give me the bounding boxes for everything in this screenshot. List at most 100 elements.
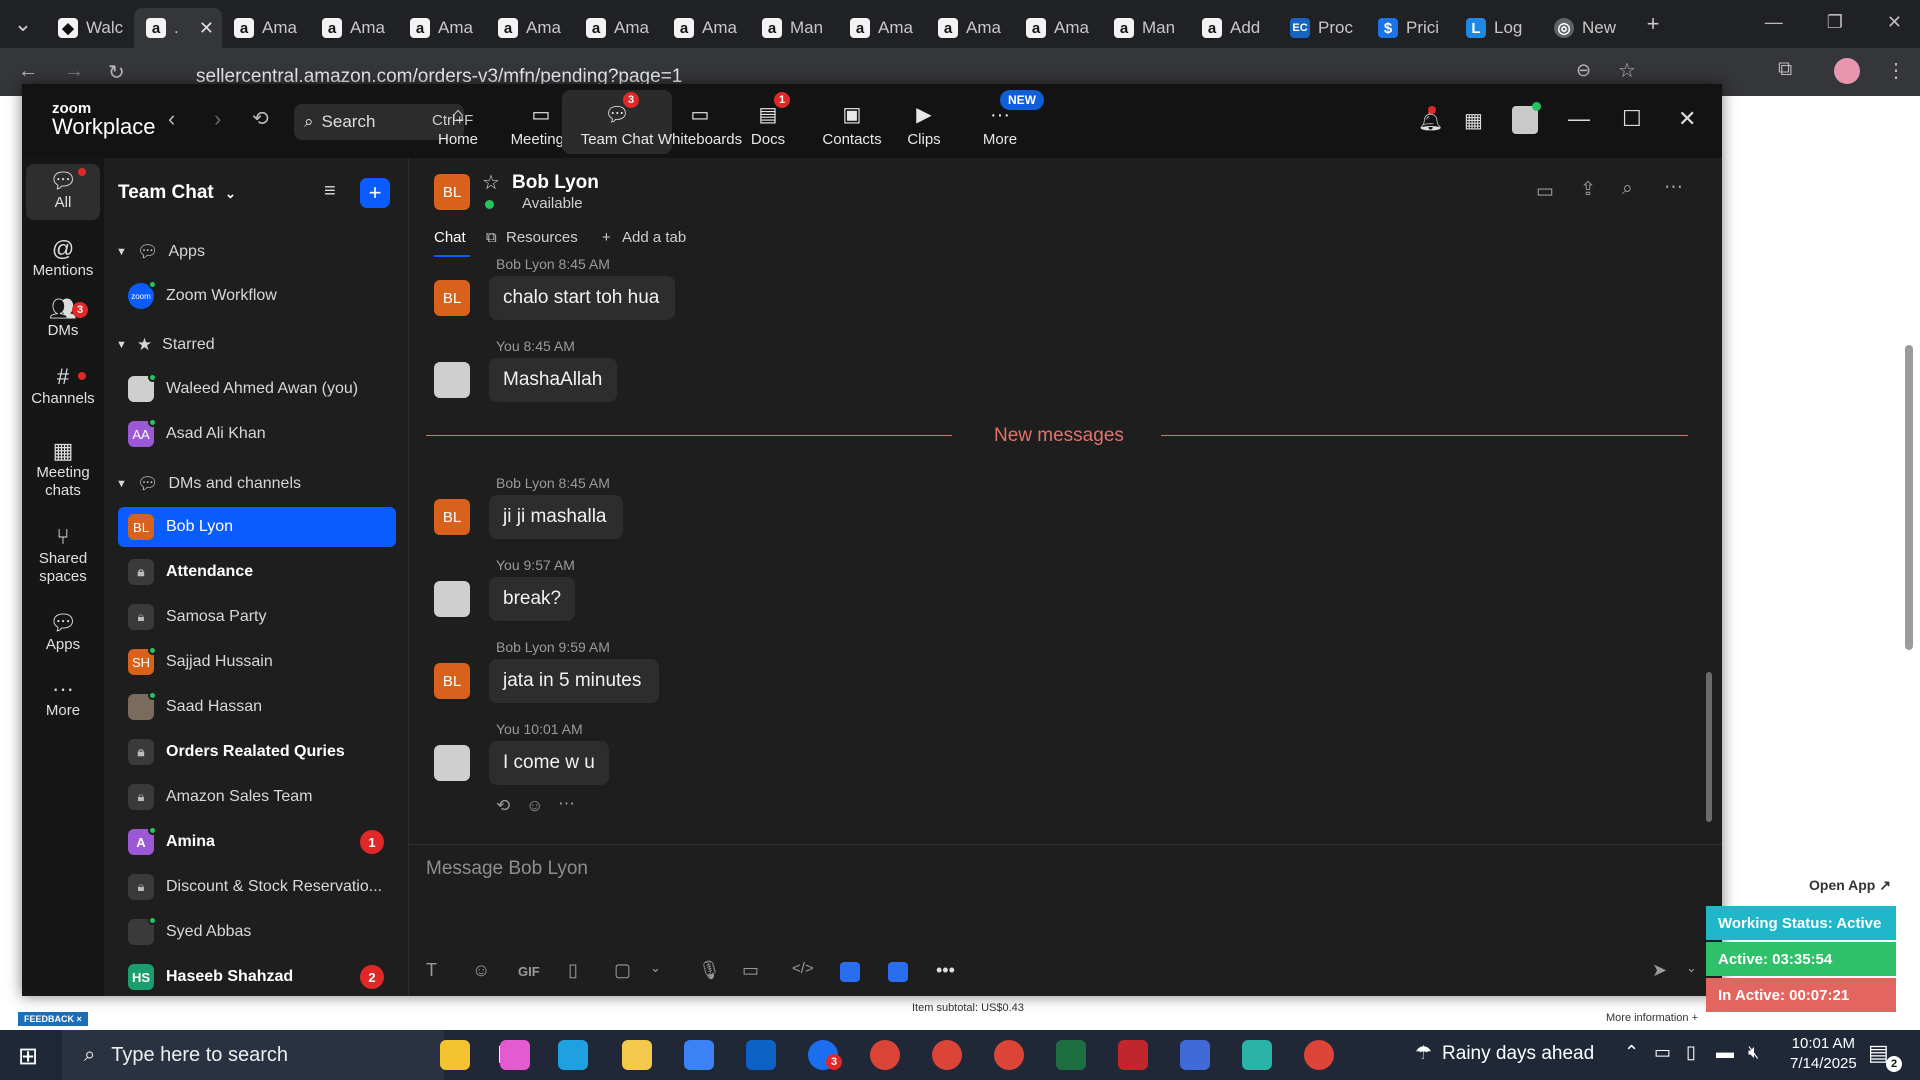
- tab-search-button[interactable]: ⌄: [0, 11, 46, 37]
- nav-more[interactable]: ··· More NEW: [960, 90, 1044, 154]
- zoom-close-icon[interactable]: ✕: [1678, 106, 1696, 132]
- rail-channels[interactable]: # Channels: [26, 366, 100, 408]
- volume-muted-icon[interactable]: 🔇︎: [1748, 1042, 1759, 1063]
- list-item[interactable]: zoom Zoom Workflow: [118, 276, 396, 316]
- tray-device-icon[interactable]: ▯: [1686, 1042, 1696, 1063]
- open-app-button[interactable]: Open App ↗: [1804, 872, 1896, 898]
- favorite-star-icon[interactable]: ☆: [482, 170, 500, 195]
- chat-more-icon[interactable]: ⋯: [1664, 176, 1683, 199]
- chrome-profile-1-icon[interactable]: [870, 1040, 900, 1070]
- message-input[interactable]: Message Bob Lyon: [426, 858, 588, 880]
- zoom-maximize-icon[interactable]: ☐: [1622, 106, 1642, 132]
- chrome-icon[interactable]: [1304, 1040, 1334, 1070]
- forward-arrow-icon[interactable]: ›: [214, 106, 221, 132]
- sender-avatar[interactable]: BL: [434, 499, 470, 535]
- section-dms[interactable]: ▼ 💬︎ DMs and channels: [116, 474, 301, 494]
- browser-tab[interactable]: EC Proc: [1278, 8, 1366, 48]
- message-bubble[interactable]: ji ji mashalla: [489, 495, 623, 539]
- browser-tab[interactable]: a Ama: [486, 8, 574, 48]
- app-integration-icon[interactable]: [840, 962, 860, 982]
- rail-mentions[interactable]: @ Mentions: [26, 238, 100, 280]
- list-item[interactable]: 🔒︎ Attendance: [118, 552, 396, 592]
- chat-scroll-thumb[interactable]: [1706, 672, 1712, 822]
- list-item[interactable]: 🔒︎ Orders Realated Quries: [118, 732, 396, 772]
- browser-tab[interactable]: a Ama: [222, 8, 310, 48]
- chrome-profile-3-icon[interactable]: [994, 1040, 1024, 1070]
- file-explorer-icon[interactable]: [622, 1040, 652, 1070]
- browser-tab[interactable]: a Ama: [1014, 8, 1102, 48]
- browser-tab[interactable]: L Log: [1454, 8, 1542, 48]
- rail-all[interactable]: 💬︎ All: [26, 164, 100, 220]
- add-reaction-icon[interactable]: ☺: [526, 796, 543, 816]
- my-avatar[interactable]: [434, 745, 470, 781]
- list-item[interactable]: AA Asad Ali Khan: [118, 414, 396, 454]
- browser-tab[interactable]: a Add: [1190, 8, 1278, 48]
- minimize-icon[interactable]: —: [1765, 12, 1783, 33]
- microphone-icon[interactable]: 🎙︎: [698, 960, 721, 981]
- profile-avatar[interactable]: [1834, 58, 1860, 84]
- code-snippet-icon[interactable]: </>: [792, 960, 814, 977]
- tab-close-icon[interactable]: ✕: [199, 18, 214, 39]
- calendar-icon[interactable]: ▦: [1464, 108, 1483, 133]
- browser-tab[interactable]: a Ama: [398, 8, 486, 48]
- filter-icon[interactable]: ≡: [324, 180, 336, 203]
- rail-shared-spaces[interactable]: ⑂ Shared spaces: [26, 526, 100, 586]
- message-bubble[interactable]: jata in 5 minutes: [489, 659, 659, 703]
- page-scroll-thumb[interactable]: [1905, 345, 1913, 650]
- new-tab-button[interactable]: +: [1630, 11, 1676, 37]
- forward-icon[interactable]: →: [64, 60, 84, 83]
- browser-tab[interactable]: $ Prici: [1366, 8, 1454, 48]
- screenshot-icon[interactable]: ▢: [614, 960, 631, 981]
- close-icon[interactable]: ✕: [1887, 12, 1902, 33]
- history-icon[interactable]: ⟲: [252, 106, 269, 131]
- extensions-icon[interactable]: ⧉: [1778, 58, 1792, 81]
- nav-clips[interactable]: ▶ Clips: [884, 90, 964, 154]
- outlook-icon[interactable]: [746, 1040, 776, 1070]
- more-information-link[interactable]: More information +: [1606, 1012, 1698, 1024]
- list-item[interactable]: HS Haseeb Shahzad 2: [118, 957, 396, 997]
- list-item[interactable]: Syed Abbas: [118, 912, 396, 952]
- browser-tab[interactable]: a Ama: [574, 8, 662, 48]
- feedback-tab[interactable]: FEEDBACK ×: [18, 1012, 88, 1026]
- filezilla-icon[interactable]: [1118, 1040, 1148, 1070]
- browser-tab[interactable]: a Ama: [926, 8, 1014, 48]
- format-text-icon[interactable]: T: [426, 960, 437, 981]
- sender-avatar[interactable]: BL: [434, 280, 470, 316]
- team-chat-title[interactable]: Team Chat ⌄: [118, 182, 236, 204]
- my-avatar[interactable]: [434, 362, 470, 398]
- copilot-icon[interactable]: [440, 1040, 470, 1070]
- emoji-icon[interactable]: ☺: [472, 960, 490, 981]
- composer-more-icon[interactable]: •••: [936, 960, 955, 981]
- chat-search-icon[interactable]: ⌕: [1622, 178, 1633, 200]
- back-arrow-icon[interactable]: ‹: [168, 106, 175, 132]
- reply-icon[interactable]: ⟲: [496, 796, 510, 816]
- restore-icon[interactable]: ❐: [1827, 12, 1843, 33]
- browser-tab[interactable]: a Ama: [310, 8, 398, 48]
- message-bubble[interactable]: break?: [489, 577, 575, 621]
- browser-tab[interactable]: ◆ Walc: [46, 8, 134, 48]
- chrome-profile-2-icon[interactable]: [932, 1040, 962, 1070]
- browser-menu-icon[interactable]: ⋮: [1886, 58, 1906, 83]
- tab-chat[interactable]: Chat: [434, 229, 466, 246]
- calculator-icon[interactable]: [1180, 1040, 1210, 1070]
- battery-icon[interactable]: ▬: [1716, 1042, 1734, 1063]
- edge-icon[interactable]: [558, 1040, 588, 1070]
- send-icon[interactable]: ➤: [1652, 960, 1667, 981]
- nav-home[interactable]: ⌂ Home: [422, 90, 494, 154]
- system-clock[interactable]: 10:01 AM 7/14/2025: [1790, 1034, 1857, 1074]
- excel-icon[interactable]: [1056, 1040, 1086, 1070]
- nav-contacts[interactable]: ▣ Contacts: [808, 90, 896, 154]
- new-chat-plus-icon[interactable]: +: [360, 178, 390, 208]
- send-options-icon[interactable]: ⌄: [1686, 960, 1697, 976]
- zoom-app-icon[interactable]: [888, 962, 908, 982]
- windows-start-icon[interactable]: ⊞: [18, 1042, 38, 1071]
- bookmark-star-icon[interactable]: ☆: [1618, 58, 1636, 83]
- rail-apps[interactable]: 💬︎ Apps: [26, 612, 100, 654]
- browser-tab[interactable]: a Man: [750, 8, 838, 48]
- rail-more[interactable]: ··· More: [26, 678, 100, 720]
- back-icon[interactable]: ←: [18, 60, 38, 83]
- zoom-minimize-icon[interactable]: —: [1568, 106, 1590, 132]
- store-icon[interactable]: [684, 1040, 714, 1070]
- message-bubble[interactable]: chalo start toh hua: [489, 276, 675, 320]
- tab-resources[interactable]: Resources: [506, 229, 578, 246]
